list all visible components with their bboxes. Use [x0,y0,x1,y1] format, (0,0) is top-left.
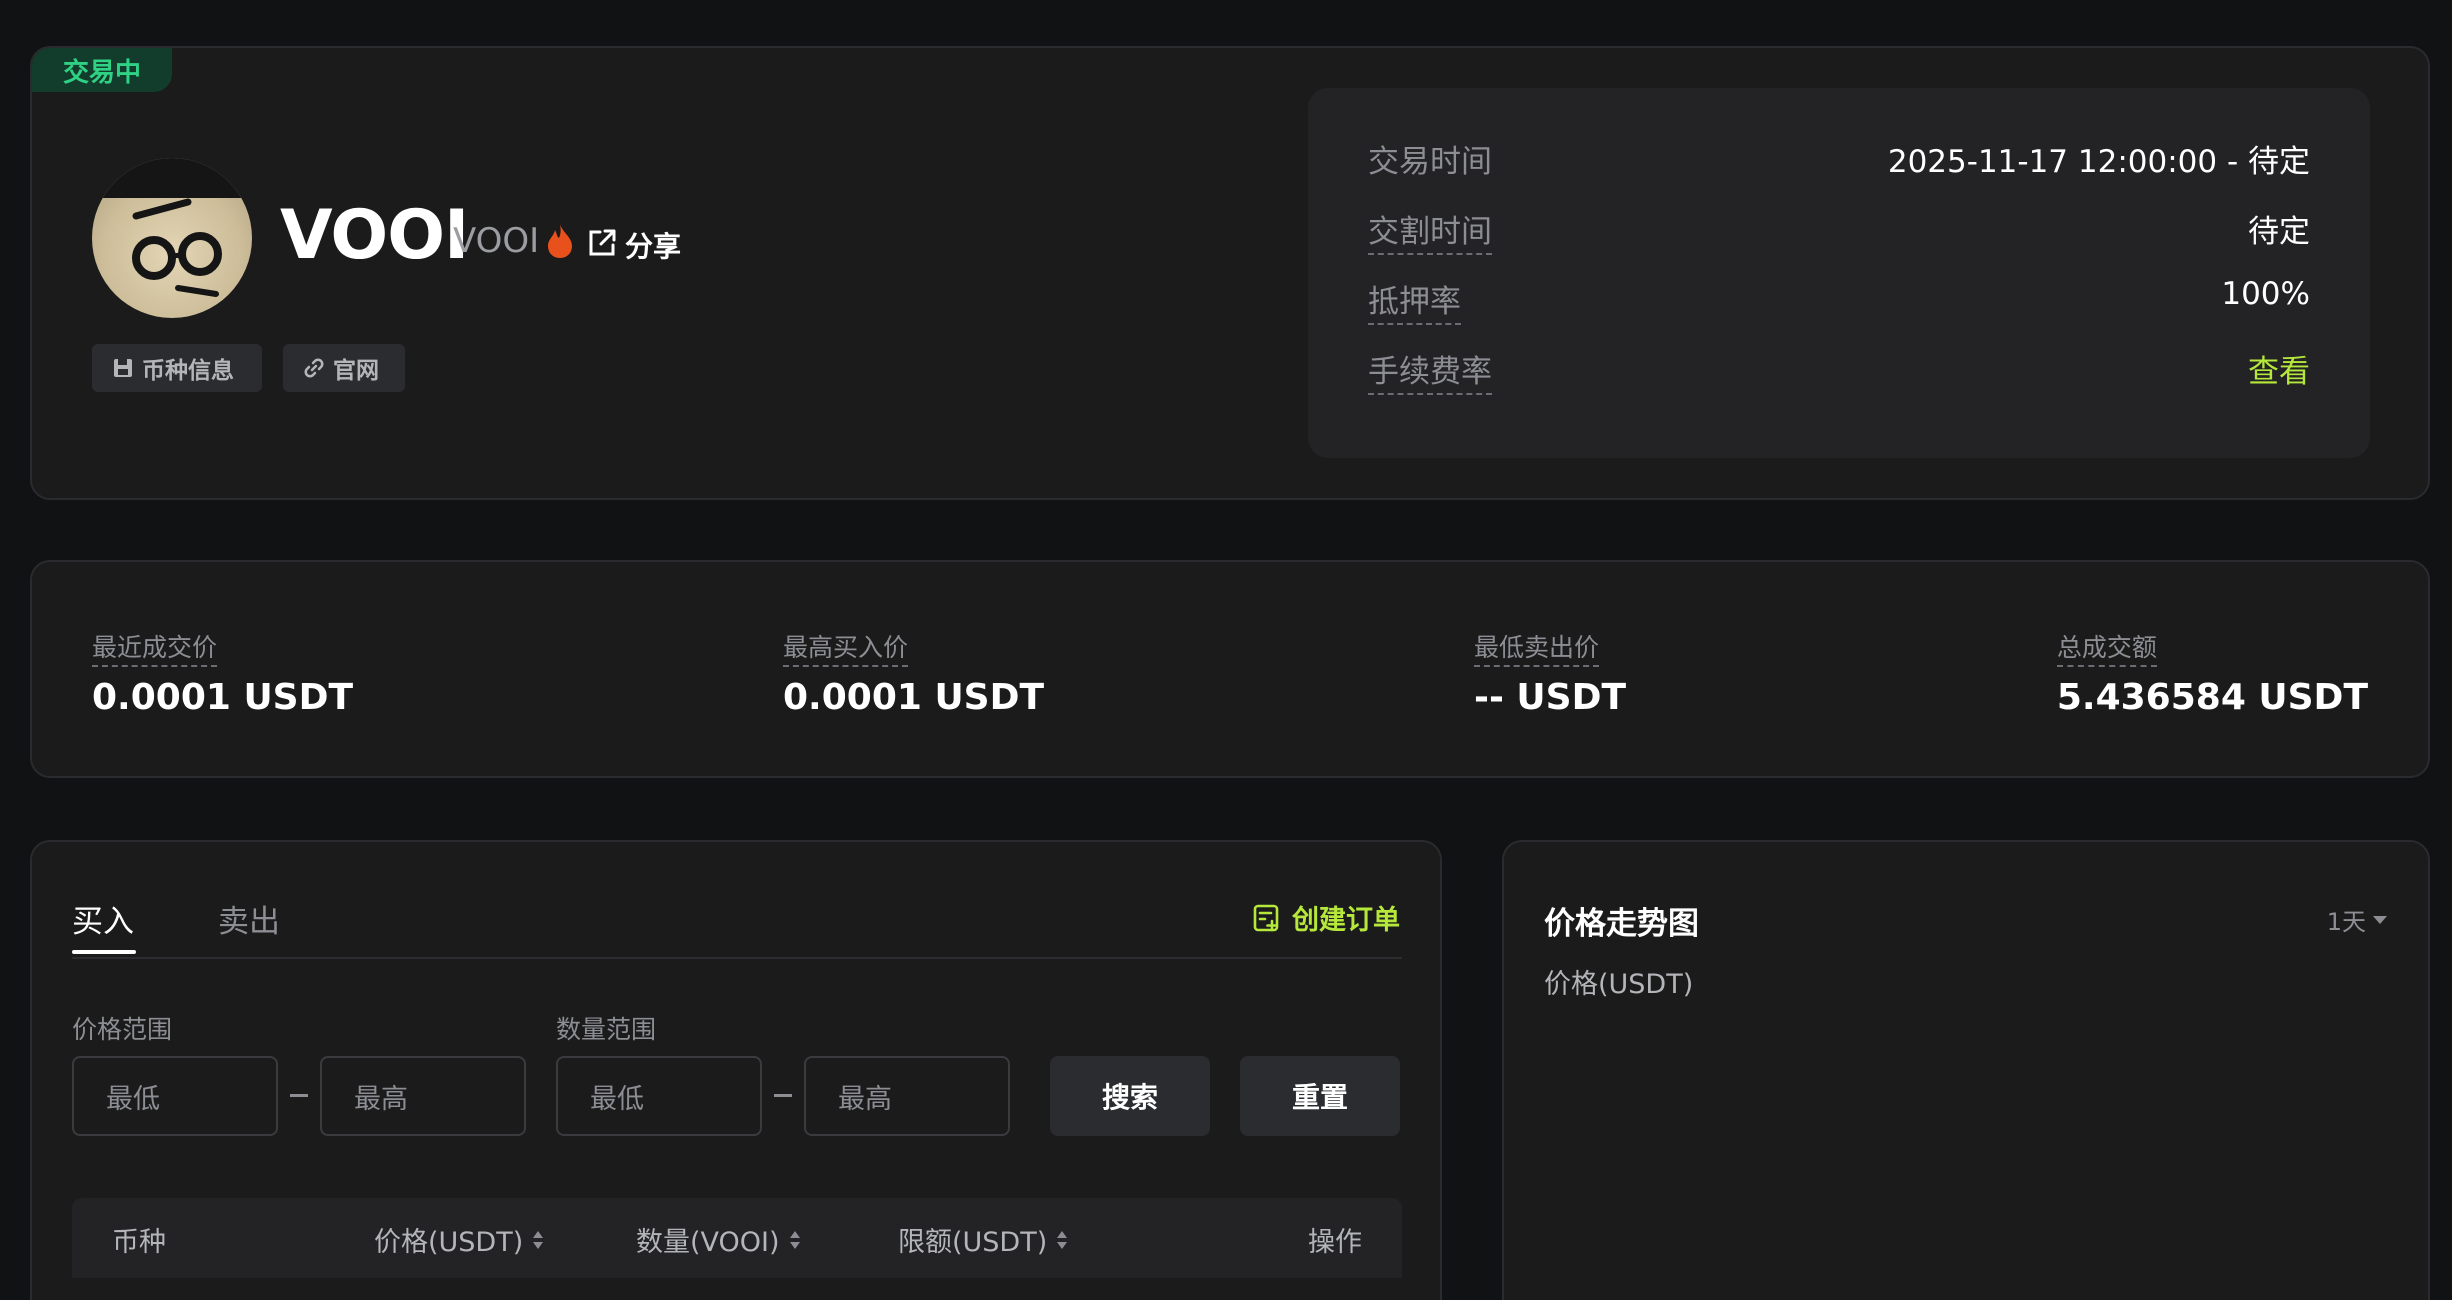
info-label[interactable]: 手续费率 [1368,346,1492,395]
tab-divider [72,957,1402,959]
active-tab-indicator [72,950,136,954]
stat-value: 5.436584 USDT [2056,677,2368,718]
column-amount[interactable]: 数量(VOOI) [636,1220,802,1259]
token-name: VOOI [280,196,469,275]
column-label: 操作 [1308,1227,1362,1258]
stat-label[interactable]: 最高买入价 [783,628,909,667]
chart-title: 价格走势图 [1544,906,1699,942]
share-icon[interactable] [587,228,617,258]
search-button[interactable]: 搜索 [1050,1056,1210,1136]
column-label: 限额(USDT) [898,1227,1048,1258]
column-limit[interactable]: 限额(USDT) [898,1220,1069,1259]
create-order-icon [1253,904,1279,931]
stat-last-price: 最近成交价 0.0001 USDT [92,628,353,718]
tab-buy[interactable]: 买入 [72,896,134,941]
sort-icon [789,1230,800,1249]
stat-value: 0.0001 USDT [783,677,1045,718]
stat-highest-bid: 最高买入价 0.0001 USDT [783,628,1044,718]
token-symbol: VOOI [453,221,540,261]
chevron-down-icon [2373,915,2387,924]
info-row-fee-rate: 手续费率 查看 [1368,340,2310,395]
link-icon [304,358,324,378]
create-order-label: 创建订单 [1292,905,1400,936]
column-label: 数量(VOOI) [636,1227,780,1258]
info-label[interactable]: 交割时间 [1368,206,1492,255]
stat-label[interactable]: 总成交额 [2056,628,2157,667]
column-price[interactable]: 价格(USDT) [374,1220,545,1259]
view-fee-link[interactable]: 查看 [2248,346,2310,391]
stat-value: 0.0001 USDT [92,677,354,718]
price-chart-card: 价格走势图 1天 价格(USDT) [1502,840,2430,1300]
stat-lowest-ask: 最低卖出价 -- USDT [1474,628,1626,718]
column-action: 操作 [1308,1220,1362,1259]
column-token: 币种 [112,1220,166,1259]
info-row-collateral-rate: 抵押率 100% [1368,270,2310,325]
info-value: 2025-11-17 12:00:00 - 待定 [1887,144,2310,180]
range-separator [774,1094,792,1097]
token-info-button[interactable]: 币种信息 [92,344,262,392]
price-range-label: 价格范围 [72,1015,173,1044]
trading-info-panel: 交易时间 2025-11-17 12:00:00 - 待定 交割时间 待定 抵押… [1308,88,2370,458]
create-order-button[interactable]: 创建订单 [1252,898,1400,937]
chart-unit-label: 价格(USDT) [1544,969,1694,1000]
price-min-input[interactable]: 最低 [72,1056,278,1136]
stat-label[interactable]: 最近成交价 [92,628,218,667]
sort-icon [1057,1230,1068,1249]
range-separator [290,1094,308,1097]
column-label: 价格(USDT) [374,1227,524,1258]
info-label[interactable]: 抵押率 [1368,276,1461,325]
reset-button[interactable]: 重置 [1240,1056,1400,1136]
website-label: 官网 [333,358,379,384]
column-label: 币种 [112,1227,166,1258]
info-value: 100% [2221,276,2310,312]
period-value: 1天 [2326,908,2366,936]
info-value: 待定 [2248,214,2310,250]
status-badge: 交易中 [32,48,172,92]
amount-max-input[interactable]: 最高 [804,1056,1010,1136]
orders-card: 买入 卖出 创建订单 价格范围 数量范围 最低 最高 最低 最高 搜索 重置 币… [30,840,1442,1300]
info-row-delivery-time: 交割时间 待定 [1368,200,2310,255]
orders-table-header: 币种 价格(USDT) 数量(VOOI) 限额(USDT) 操作 [72,1198,1402,1278]
market-stats-card: 最近成交价 0.0001 USDT 最高买入价 0.0001 USDT 最低卖出… [30,560,2430,778]
token-avatar [92,158,252,318]
stat-label[interactable]: 最低卖出价 [1474,628,1600,667]
share-button[interactable]: 分享 [625,225,681,265]
tab-sell[interactable]: 卖出 [218,896,280,941]
token-header-card: 交易中 VOOI VOOI 分享 币种信息 官网 交易时间 2025-11-17… [30,46,2430,500]
amount-min-input[interactable]: 最低 [556,1056,762,1136]
info-row-trade-time: 交易时间 2025-11-17 12:00:00 - 待定 [1368,130,2310,180]
save-icon [114,359,132,377]
info-label: 交易时间 [1368,144,1492,180]
fire-icon [548,224,572,258]
price-max-input[interactable]: 最高 [320,1056,526,1136]
website-button[interactable]: 官网 [283,344,405,392]
sort-icon [533,1230,544,1249]
amount-range-label: 数量范围 [556,1015,657,1044]
stat-value: -- USDT [1474,677,1627,718]
stat-total-volume: 总成交额 5.436584 USDT [2056,628,2368,718]
period-selector[interactable]: 1天 [2327,902,2388,937]
token-info-label: 币种信息 [142,358,234,384]
